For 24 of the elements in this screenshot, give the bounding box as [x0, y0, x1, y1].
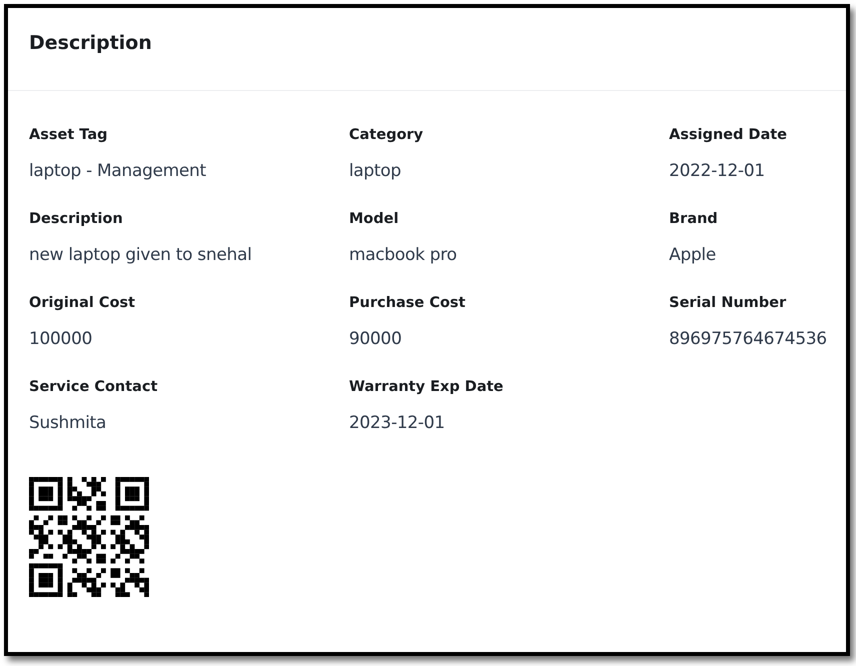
qr-code-icon — [29, 477, 149, 597]
field-value: 100000 — [29, 328, 94, 351]
field-label: Asset Tag — [29, 126, 108, 145]
card-title: Description — [29, 32, 152, 54]
field-label: Model — [349, 210, 400, 229]
field-label: Original Cost — [29, 294, 136, 313]
field-label: Serial Number — [669, 294, 788, 313]
field-label: Purchase Cost — [349, 294, 466, 313]
field-label: Category — [349, 126, 424, 145]
field-value: macbook pro — [349, 244, 458, 267]
field-label: Service Contact — [29, 378, 158, 397]
field-value: Apple — [669, 244, 717, 267]
field-label: Assigned Date — [669, 126, 788, 145]
field-value: 2022-12-01 — [669, 160, 766, 183]
field-value: 896975764674536 — [669, 328, 828, 351]
field-value: Sushmita — [29, 412, 108, 435]
field-value: laptop - Management — [29, 160, 208, 183]
field-label: Description — [29, 210, 124, 229]
field-value: new laptop given to snehal — [29, 244, 253, 267]
field-label: Brand — [669, 210, 719, 229]
field-value: 90000 — [349, 328, 403, 351]
field-value: laptop — [349, 160, 402, 183]
field-label: Warranty Exp Date — [349, 378, 504, 397]
field-value: 2023-12-01 — [349, 412, 446, 435]
